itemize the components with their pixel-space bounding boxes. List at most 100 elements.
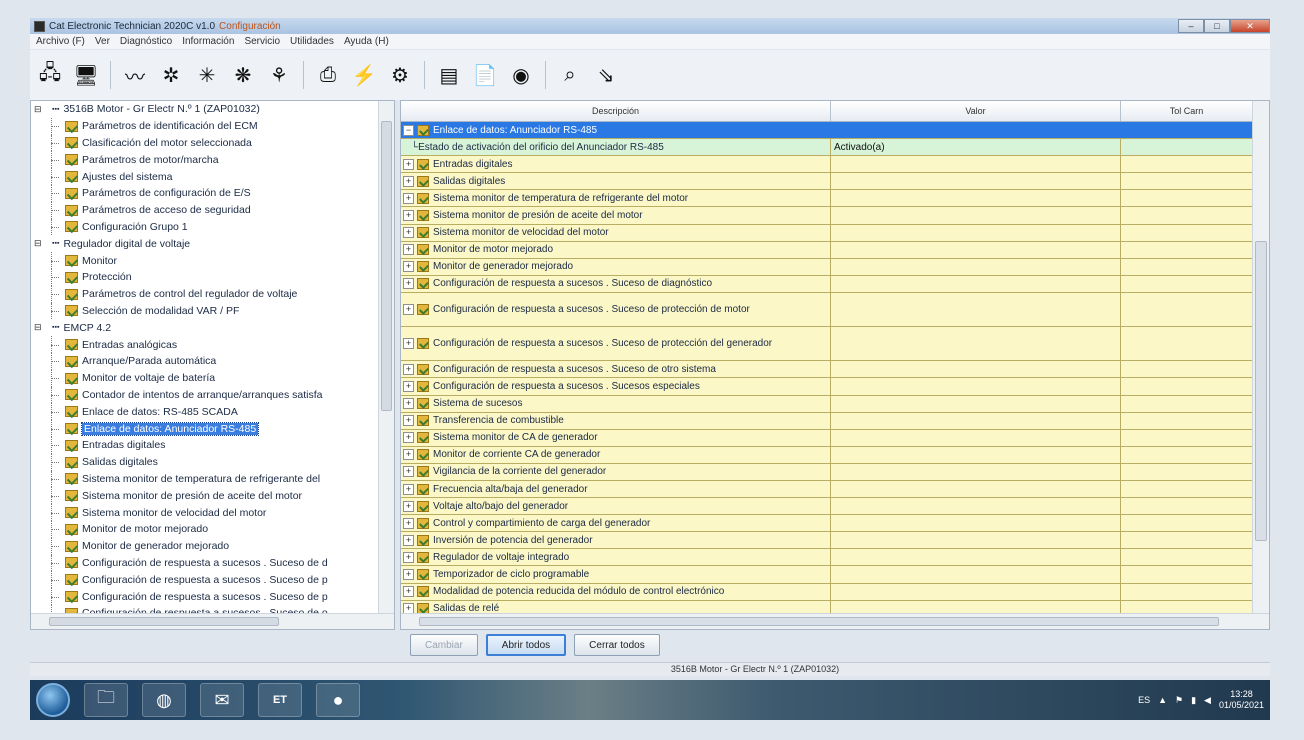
grid-row[interactable]: + Sistema monitor de temperatura de refri… xyxy=(401,190,1253,208)
grid-row[interactable]: + Modalidad de potencia reducida del módu… xyxy=(401,583,1253,601)
tree-item[interactable]: Monitor de voltaje de batería xyxy=(31,369,379,387)
tree-item[interactable]: Parámetros de acceso de seguridad xyxy=(31,201,379,219)
expand-icon[interactable]: + xyxy=(403,380,414,392)
tree-item[interactable]: ⊟ ▪▪▪ Regulador digital de voltaje xyxy=(31,235,379,252)
tree-item[interactable]: Enlace de datos: RS-485 SCADA xyxy=(31,403,379,420)
tree-hscroll-thumb[interactable] xyxy=(49,617,279,626)
active-diagnostic-icon[interactable]: ✲ xyxy=(157,61,185,89)
column-header-description[interactable]: Descripción xyxy=(401,101,831,121)
grid-row[interactable]: + Regulador de voltaje integrado xyxy=(401,549,1253,567)
expand-icon[interactable]: + xyxy=(403,158,414,170)
expand-icon[interactable]: + xyxy=(403,415,414,427)
collapse-icon[interactable]: ⊟ xyxy=(34,322,52,333)
logged-diagnostic-icon[interactable]: ✳ xyxy=(193,61,221,89)
grid-row[interactable]: + Monitor de corriente CA de generador xyxy=(401,446,1253,464)
expand-icon[interactable]: + xyxy=(403,500,414,512)
grid-cell-value[interactable]: Activado(a) xyxy=(831,139,1121,156)
expand-icon[interactable]: + xyxy=(403,568,414,580)
tree-item[interactable]: Selección de modalidad VAR / PF xyxy=(31,302,379,320)
grid-row[interactable]: + Sistema de sucesos xyxy=(401,395,1253,413)
events-icon[interactable]: ❋ xyxy=(229,61,257,89)
grid-row[interactable]: + Configuración de respuesta a sucesos . … xyxy=(401,327,1253,362)
tree-item[interactable]: Enlace de datos: Anunciador RS-485 xyxy=(31,420,379,437)
expand-icon[interactable]: + xyxy=(403,338,414,350)
tree-item[interactable]: Configuración de respuesta a sucesos . S… xyxy=(31,554,379,572)
grid-row[interactable]: + Salidas digitales xyxy=(401,173,1253,191)
print-icon[interactable]: ⎙ xyxy=(314,61,342,89)
document-icon[interactable]: 📄 xyxy=(471,61,499,89)
expand-icon[interactable]: + xyxy=(403,466,414,478)
parameters-grid[interactable]: Descripción Valor Tol Carn − Enlace de da… xyxy=(400,100,1270,630)
expand-icon[interactable]: + xyxy=(403,432,414,444)
column-header-tol[interactable]: Tol Carn xyxy=(1121,101,1253,121)
expand-icon[interactable]: + xyxy=(403,483,414,495)
expand-icon[interactable]: + xyxy=(403,278,414,290)
configuration-tree[interactable]: ⊟ ▪▪▪ 3516B Motor - Gr Electr N.º 1 (ZAP01… xyxy=(30,100,395,630)
tree-item[interactable]: Ajustes del sistema xyxy=(31,168,379,185)
tree-item[interactable]: ⊟ ▪▪▪ 3516B Motor - Gr Electr N.º 1 (ZAP01… xyxy=(31,101,379,118)
expand-icon[interactable]: + xyxy=(403,175,414,187)
tree-item[interactable]: Entradas analógicas xyxy=(31,336,379,353)
clock[interactable]: 13:28 01/05/2021 xyxy=(1219,689,1264,711)
tree-vertical-scrollbar[interactable] xyxy=(378,101,394,615)
expand-icon[interactable]: + xyxy=(403,192,414,204)
show-hidden-icons-icon[interactable]: ▲ xyxy=(1158,695,1167,705)
grid-row[interactable]: + Sistema monitor de presión de aceite de… xyxy=(401,207,1253,225)
tree-item[interactable]: Monitor de motor mejorado xyxy=(31,520,379,538)
expand-icon[interactable]: + xyxy=(403,534,414,546)
menu-item-2[interactable]: Diagnóstico xyxy=(120,36,172,47)
collapse-all-button[interactable]: Cerrar todos xyxy=(574,634,660,656)
tree-item[interactable]: Parámetros de control del regulador de v… xyxy=(31,285,379,303)
collapse-icon[interactable]: ⊟ xyxy=(34,238,52,249)
config-icon[interactable]: ⚙ xyxy=(386,61,414,89)
dial-icon[interactable]: ◉ xyxy=(507,61,535,89)
tree-item[interactable]: ⊟ ▪▪▪ EMCP 4.2 xyxy=(31,319,379,336)
expand-icon[interactable]: + xyxy=(403,449,414,461)
start-button[interactable] xyxy=(36,683,70,717)
expand-icon[interactable]: + xyxy=(403,244,414,256)
grid-row[interactable]: + Control y compartimiento de carga del g… xyxy=(401,515,1253,533)
grid-row[interactable]: + Transferencia de combustible xyxy=(401,412,1253,430)
explorer-taskbar-icon[interactable]: 🗀 xyxy=(84,683,128,717)
grid-row[interactable]: + Monitor de generador mejorado xyxy=(401,258,1253,276)
grid-row[interactable]: + Configuración de respuesta a sucesos . … xyxy=(401,275,1253,293)
language-indicator[interactable]: ES xyxy=(1138,695,1150,705)
tree-item[interactable]: Sistema monitor de velocidad del motor xyxy=(31,504,379,521)
collapse-icon[interactable]: − xyxy=(403,124,414,136)
flag-icon[interactable]: ⚑ xyxy=(1175,695,1183,706)
expand-icon[interactable]: + xyxy=(403,363,414,375)
tree-item[interactable]: Configuración de respuesta a sucesos . S… xyxy=(31,588,379,605)
chrome-taskbar-icon[interactable]: ◍ xyxy=(142,683,186,717)
tree-vscroll-thumb[interactable] xyxy=(381,121,392,411)
disconnect-icon[interactable]: 🖥 xyxy=(72,61,100,89)
tree-item[interactable]: Protección xyxy=(31,268,379,286)
tree-item[interactable]: Contador de intentos de arranque/arranqu… xyxy=(31,386,379,404)
grid-row[interactable]: + Sistema monitor de CA de generador xyxy=(401,429,1253,447)
status-icon[interactable]: 〰 xyxy=(121,61,149,89)
connect-icon[interactable]: 🖧 xyxy=(36,61,64,89)
expand-icon[interactable]: + xyxy=(403,586,414,598)
tree-item[interactable]: Monitor xyxy=(31,252,379,269)
expand-icon[interactable]: + xyxy=(403,517,414,529)
tree-item[interactable]: Configuración de respuesta a sucesos . S… xyxy=(31,571,379,588)
grid-vscroll-thumb[interactable] xyxy=(1255,241,1267,541)
tree-item[interactable]: Clasificación del motor seleccionada xyxy=(31,134,379,152)
grid-row[interactable]: + Frecuencia alta/baja del generador xyxy=(401,480,1253,499)
menu-item-0[interactable]: Archivo (F) xyxy=(36,36,85,47)
grid-horizontal-scrollbar[interactable] xyxy=(401,613,1269,629)
tree-item[interactable]: Configuración Grupo 1 xyxy=(31,218,379,236)
clear-icon[interactable]: ⚘ xyxy=(265,61,293,89)
maximize-button[interactable]: □ xyxy=(1204,19,1230,33)
menu-item-5[interactable]: Utilidades xyxy=(290,36,334,47)
cat-et-taskbar-icon[interactable]: ET xyxy=(258,683,302,717)
menu-item-6[interactable]: Ayuda (H) xyxy=(344,36,389,47)
change-button[interactable]: Cambiar xyxy=(410,634,478,656)
tree-horizontal-scrollbar[interactable] xyxy=(31,613,394,629)
grid-hscroll-thumb[interactable] xyxy=(419,617,1219,626)
tree-item[interactable]: Parámetros de motor/marcha xyxy=(31,151,379,168)
binoculars-icon[interactable]: ⌕ xyxy=(556,61,584,89)
media-taskbar-icon[interactable]: ● xyxy=(316,683,360,717)
grid-row[interactable]: + Vigilancia de la corriente del generado… xyxy=(401,463,1253,481)
expand-icon[interactable]: + xyxy=(403,261,414,273)
grid-row[interactable]: + Configuración de respuesta a sucesos . … xyxy=(401,378,1253,396)
